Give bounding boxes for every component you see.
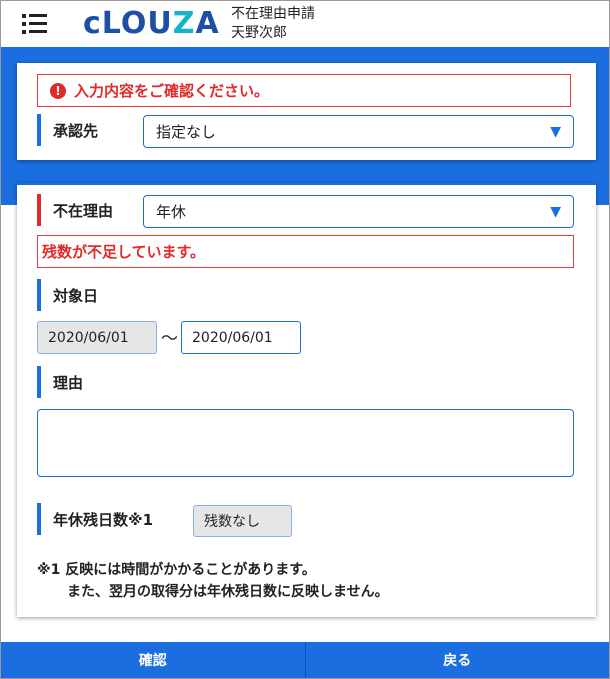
approver-label-row: 承認先 (37, 114, 98, 146)
exclamation-circle-icon: ! (50, 82, 66, 99)
reason-textarea[interactable] (37, 409, 574, 477)
triangle-down-icon: ▼ (550, 203, 561, 220)
reason-type-label-row: 不在理由 (37, 194, 113, 226)
leave-balance-field: 残数なし (193, 505, 292, 537)
form-error-message: ! 入力内容をご確認ください。 (37, 74, 571, 107)
approval-card: ! 入力内容をご確認ください。 承認先 指定なし ▼ (17, 63, 596, 160)
page-title: 不在理由申請 (231, 6, 315, 22)
label-accent-bar (37, 279, 41, 311)
reason-type-select[interactable]: 年休 ▼ (143, 195, 574, 228)
label-accent-bar (37, 114, 41, 146)
date-to-field[interactable]: 2020/06/01 (181, 321, 301, 354)
date-from-field: 2020/06/01 (37, 321, 157, 354)
header: cLOUZA 不在理由申請 天野次郎 (1, 1, 609, 47)
triangle-down-icon: ▼ (550, 123, 561, 140)
note-line-1: ※1 反映には時間がかかることがあります。 (37, 562, 316, 578)
reason-label: 理由 (53, 373, 84, 392)
header-info: 不在理由申請 天野次郎 (231, 5, 315, 43)
target-date-label-row: 対象日 (37, 279, 98, 311)
app-frame: cLOUZA 不在理由申請 天野次郎 ! 入力内容をご確認ください。 承認先 指… (0, 0, 610, 679)
leave-balance-label: 年休残日数※1 (53, 510, 154, 529)
date-separator: 〜 (161, 329, 178, 349)
note-line-2: また、翌月の取得分は年休残日数に反映しません。 (67, 584, 389, 600)
label-accent-bar (37, 366, 41, 398)
leave-balance-label-row: 年休残日数※1 (37, 503, 153, 535)
label-accent-bar (37, 194, 41, 226)
approver-label: 承認先 (53, 121, 99, 140)
label-accent-bar (37, 503, 41, 535)
approver-select[interactable]: 指定なし ▼ (143, 115, 574, 148)
clouza-logo: cLOUZA (83, 6, 220, 41)
confirm-button[interactable]: 確認 (1, 642, 305, 678)
back-button[interactable]: 戻る (306, 642, 610, 678)
reason-type-error: 残数が不足しています。 (37, 235, 574, 268)
absence-form-card: 不在理由 年休 ▼ 残数が不足しています。 対象日 2020/06/01 〜 2… (17, 183, 596, 617)
reason-type-label: 不在理由 (53, 201, 114, 220)
footer-bar: 確認 戻る (1, 642, 609, 678)
reason-label-row: 理由 (37, 366, 83, 398)
target-date-label: 対象日 (53, 286, 99, 305)
menu-icon[interactable] (22, 12, 48, 36)
user-name: 天野次郎 (231, 25, 287, 41)
